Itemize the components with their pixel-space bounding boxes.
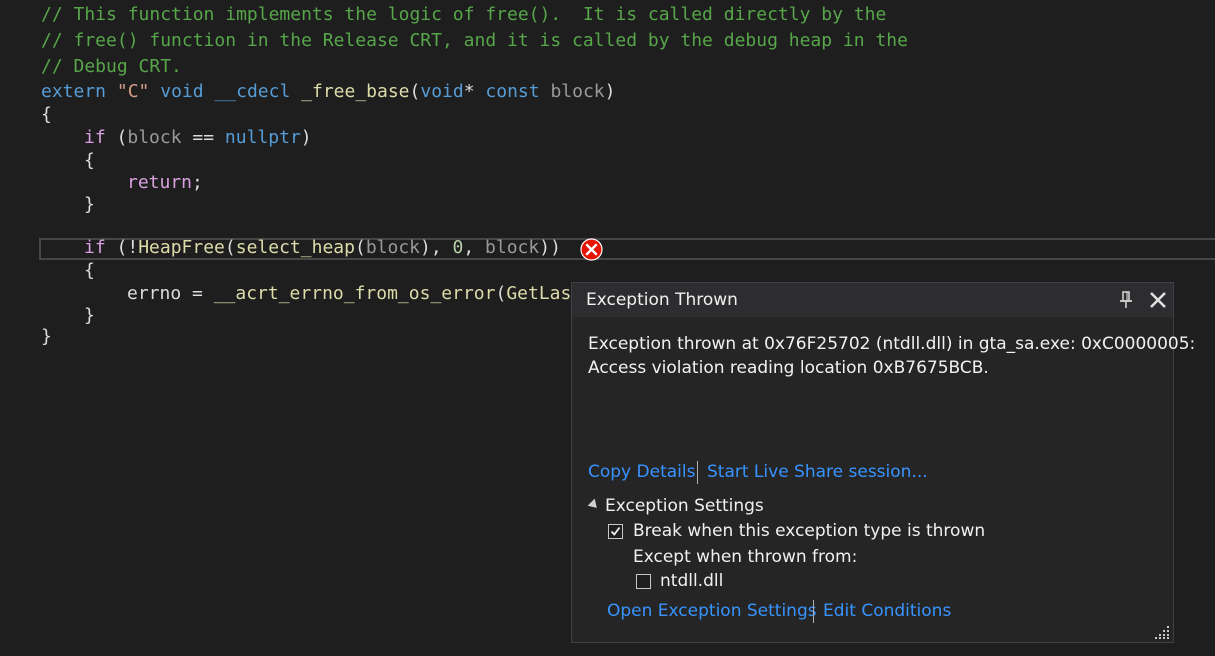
code-line-8: return; xyxy=(127,172,203,194)
semicolon: ; xyxy=(192,172,203,193)
break-when-checkbox[interactable] xyxy=(608,524,623,539)
code-line-1: // This function implements the logic of… xyxy=(41,4,887,25)
keyword-if: if xyxy=(84,127,106,148)
break-when-label: Break when this exception type is thrown xyxy=(633,521,986,541)
keyword-void: void xyxy=(420,81,464,102)
paren: ), xyxy=(420,237,453,258)
pin-icon[interactable] xyxy=(1118,290,1134,310)
function-errno-from-os-error: __acrt_errno_from_os_error xyxy=(213,283,496,304)
code-inner-brace-open: { xyxy=(84,150,95,171)
paren: ( xyxy=(409,81,421,102)
keyword-const: const xyxy=(485,81,540,102)
exception-message-line-2: Access violation reading location 0xB767… xyxy=(588,358,989,378)
resize-grip-icon[interactable] xyxy=(1154,625,1170,639)
keyword-if: if xyxy=(84,237,106,258)
code-line-11: if (!HeapFree(select_heap(block), 0, blo… xyxy=(84,237,561,259)
function-heapfree: HeapFree xyxy=(138,237,225,258)
keyword-void: void xyxy=(160,81,204,102)
error-icon[interactable] xyxy=(580,238,603,261)
comma: , xyxy=(463,237,486,258)
paren: ( xyxy=(354,237,366,258)
function-name: _free_base xyxy=(301,81,410,102)
copy-details-link[interactable]: Copy Details xyxy=(588,462,695,482)
code-brace-open: { xyxy=(41,104,52,125)
paren: ( xyxy=(105,127,128,148)
exception-settings-label: Exception Settings xyxy=(605,496,764,516)
number-zero: 0 xyxy=(452,237,464,258)
exception-message-line-1: Exception thrown at 0x76F25702 (ntdll.dl… xyxy=(588,334,1196,354)
code-line-6: if (block == nullptr) xyxy=(84,127,312,149)
start-live-share-link[interactable]: Start Live Share session... xyxy=(707,462,928,482)
param-block: block xyxy=(485,237,540,258)
code-brace-close: } xyxy=(41,326,52,347)
paren: ( xyxy=(224,237,236,258)
close-icon[interactable] xyxy=(1147,289,1169,311)
popup-title: Exception Thrown xyxy=(586,290,738,310)
code-editor[interactable]: // This function implements the logic of… xyxy=(0,0,1215,656)
code-inner-brace-close-2: } xyxy=(84,305,95,326)
exception-message: Exception thrown at 0x76F25702 (ntdll.dl… xyxy=(588,332,1196,380)
open-exception-settings-link[interactable]: Open Exception Settings xyxy=(607,601,817,621)
param-block: block xyxy=(127,127,182,148)
paren: ) xyxy=(300,127,312,148)
collapse-triangle-icon[interactable] xyxy=(587,498,601,512)
operator: = xyxy=(181,283,214,304)
code-line-13: errno = __acrt_errno_from_os_error(GetLa… xyxy=(127,283,582,305)
variable-errno: errno xyxy=(127,283,182,304)
edit-conditions-link[interactable]: Edit Conditions xyxy=(823,601,951,621)
code-line-2: // free() function in the Release CRT, a… xyxy=(41,30,908,51)
paren: )) xyxy=(539,237,561,258)
link-separator xyxy=(697,461,698,484)
exception-settings-header[interactable]: Exception Settings xyxy=(587,496,764,516)
keyword-cdecl: __cdecl xyxy=(214,81,291,102)
checkmark-icon xyxy=(610,526,621,536)
paren: ( xyxy=(495,283,507,304)
exception-popup: Exception Thrown Exception thrown at 0x7… xyxy=(571,282,1196,643)
param-block: block xyxy=(365,237,420,258)
link-separator xyxy=(813,600,814,623)
function-select-heap: select_heap xyxy=(235,237,355,258)
code-line-3: // Debug CRT. xyxy=(41,56,182,77)
code-inner-brace-close: } xyxy=(84,194,95,215)
string-c: "C" xyxy=(116,81,150,102)
keyword-return: return xyxy=(127,172,193,193)
pointer-star: * xyxy=(463,81,475,102)
operator: == xyxy=(181,127,225,148)
popup-header: Exception Thrown xyxy=(572,283,1173,317)
except-when-label: Except when thrown from: xyxy=(633,547,858,567)
code-inner-brace-open-2: { xyxy=(84,260,95,281)
ntdll-label: ntdll.dll xyxy=(660,571,724,591)
ntdll-checkbox[interactable] xyxy=(636,574,651,589)
paren: ) xyxy=(604,81,616,102)
keyword-extern: extern xyxy=(41,81,107,102)
param-block: block xyxy=(550,81,605,102)
paren: (! xyxy=(105,237,139,258)
code-line-4: extern "C" void __cdecl _free_base(void*… xyxy=(41,81,615,103)
keyword-nullptr: nullptr xyxy=(224,127,301,148)
